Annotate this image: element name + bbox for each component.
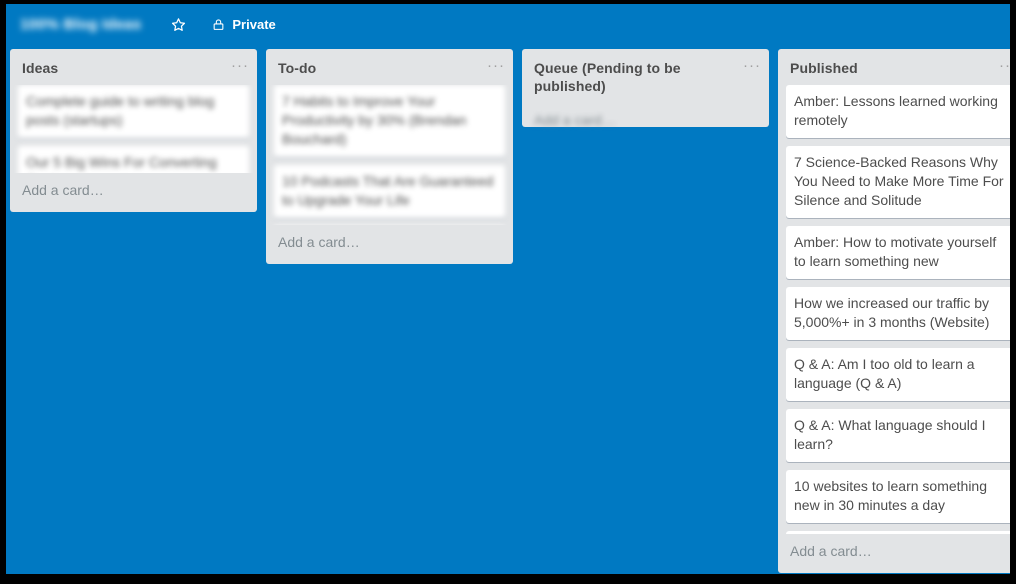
- list-ideas: Ideas ··· Complete guide to writing blog…: [10, 49, 257, 212]
- list-menu-icon[interactable]: ···: [231, 58, 249, 73]
- board-visibility-label: Private: [232, 17, 276, 32]
- board-title[interactable]: 100% Blog Ideas: [14, 13, 147, 36]
- lock-icon: [212, 17, 225, 32]
- trello-board: 100% Blog Ideas Private Ideas ··· Comple…: [6, 4, 1010, 574]
- card[interactable]: How we increased our traffic by 5,000%+ …: [786, 287, 1010, 340]
- card[interactable]: Our 5 Big Wins For Converting Customers: [18, 146, 249, 173]
- card[interactable]: Amber: Lessons learned working remotely: [786, 85, 1010, 138]
- list-menu-icon[interactable]: ···: [743, 58, 761, 73]
- card[interactable]: 10 Podcasts That Are Guaranteed to Upgra…: [274, 165, 505, 218]
- list-title[interactable]: Published: [790, 59, 999, 77]
- add-card-button[interactable]: Add a card…: [778, 534, 1010, 573]
- add-card-button[interactable]: Add a card…: [522, 103, 769, 142]
- list-menu-icon[interactable]: ···: [999, 58, 1010, 73]
- card[interactable]: Q & A: Am I too old to learn a language …: [786, 348, 1010, 401]
- screenshot-frame: 100% Blog Ideas Private Ideas ··· Comple…: [0, 0, 1016, 584]
- list-to-do: To-do ··· 7 Habits to Improve Your Produ…: [266, 49, 513, 264]
- card[interactable]: Amber: How to motivate yourself to learn…: [786, 226, 1010, 279]
- list-header: Ideas ···: [10, 49, 257, 85]
- card[interactable]: 7 Habits to Improve Your Productivity by…: [274, 85, 505, 157]
- card-list: 7 Habits to Improve Your Productivity by…: [266, 85, 513, 225]
- list-header: Queue (Pending to be published) ···: [522, 49, 769, 103]
- list-title[interactable]: Queue (Pending to be published): [534, 59, 743, 95]
- add-card-button[interactable]: Add a card…: [10, 173, 257, 212]
- card[interactable]: 10 websites to learn something new in 30…: [786, 470, 1010, 523]
- card-list[interactable]: Amber: Lessons learned working remotely …: [778, 85, 1010, 534]
- add-card-button[interactable]: Add a card…: [266, 225, 513, 264]
- star-board-button[interactable]: [165, 13, 192, 37]
- card[interactable]: Q & A: What language should I learn?: [786, 409, 1010, 462]
- board-visibility-button[interactable]: Private: [206, 13, 281, 37]
- list-header: To-do ···: [266, 49, 513, 85]
- list-published: Published ··· Amber: Lessons learned wor…: [778, 49, 1010, 573]
- card-list: Complete guide to writing blog posts (st…: [10, 85, 257, 173]
- card[interactable]: Complete guide to writing blog posts (st…: [18, 85, 249, 138]
- board-header: 100% Blog Ideas Private: [6, 4, 1010, 45]
- list-menu-icon[interactable]: ···: [487, 58, 505, 73]
- list-title[interactable]: Ideas: [22, 59, 231, 77]
- star-icon: [171, 17, 186, 32]
- list-title[interactable]: To-do: [278, 59, 487, 77]
- list-header: Published ···: [778, 49, 1010, 85]
- lists-container: Ideas ··· Complete guide to writing blog…: [6, 45, 1010, 574]
- list-queue: Queue (Pending to be published) ··· Add …: [522, 49, 769, 128]
- card[interactable]: 7 Science-Backed Reasons Why You Need to…: [786, 146, 1010, 218]
